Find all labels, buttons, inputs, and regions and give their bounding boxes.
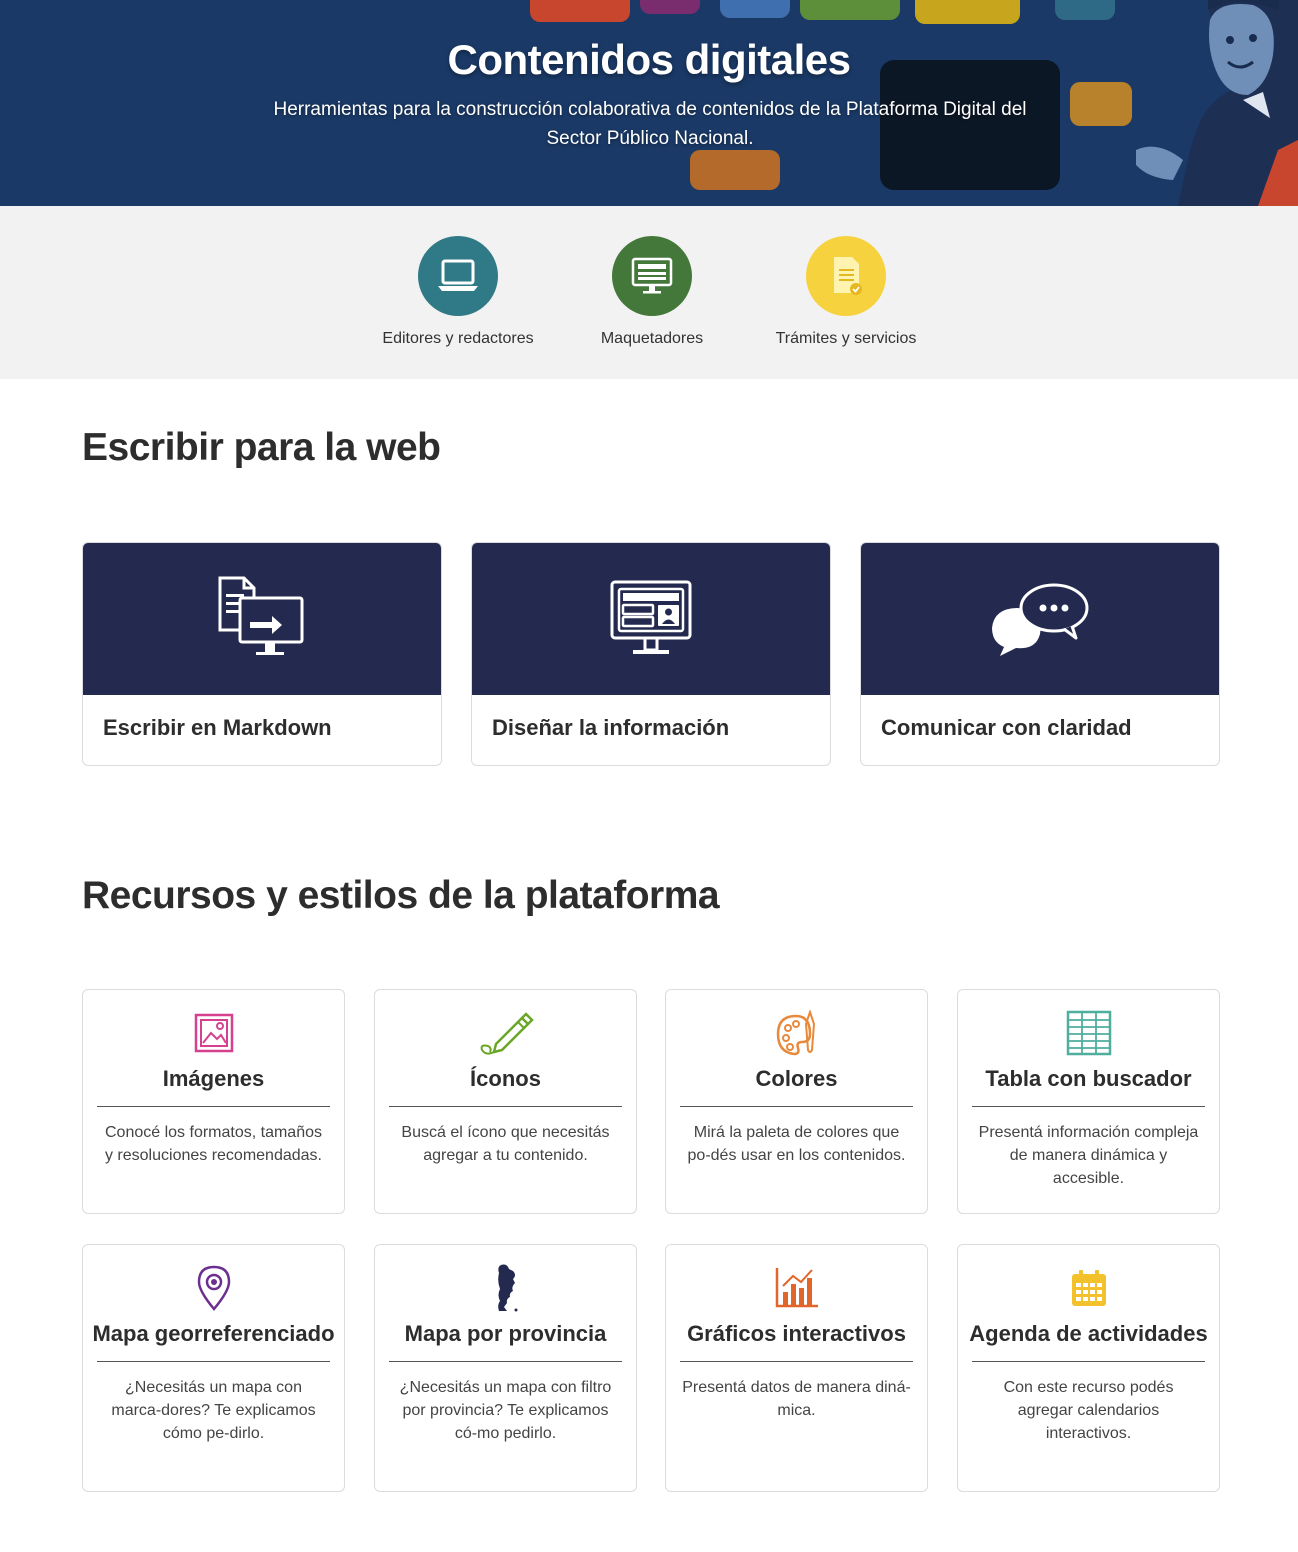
speech-bubble-decoration: [800, 0, 900, 20]
card-comunicar[interactable]: Comunicar con claridad: [860, 542, 1220, 766]
card-header: [83, 543, 441, 695]
resource-title: Colores: [755, 1066, 838, 1091]
bar-chart-icon: [666, 1265, 927, 1311]
resource-title: Mapa por provincia: [404, 1321, 607, 1346]
role-label: Editores y redactores: [382, 330, 534, 347]
section-title-resources: Recursos y estilos de la plataforma: [82, 874, 720, 917]
divider: [680, 1361, 913, 1362]
speech-bubbles-icon: [992, 583, 1089, 656]
card-header: [861, 543, 1219, 695]
card-title: Diseñar la información: [492, 715, 730, 740]
argentina-map-icon: [375, 1264, 636, 1312]
resource-card-iconos[interactable]: Íconos Buscá el ícono que necesitás agre…: [374, 989, 637, 1214]
roles-strip: Editores y redactores Maquetadores Trámi…: [0, 206, 1298, 379]
role-label: Maquetadores: [600, 330, 704, 347]
resource-description: ¿Necesitás un mapa con marca-dores? Te e…: [111, 1379, 316, 1442]
resource-title: Agenda de actividades: [969, 1321, 1208, 1346]
role-editores[interactable]: Editores y redactores: [368, 236, 548, 348]
card-disenar[interactable]: Diseñar la información: [471, 542, 831, 766]
speech-bubble-decoration: [720, 0, 790, 18]
resource-description: ¿Necesitás un mapa con filtro por provin…: [399, 1379, 612, 1442]
document-to-monitor-icon: [218, 576, 304, 655]
divider: [389, 1106, 622, 1107]
card-markdown[interactable]: Escribir en Markdown: [82, 542, 442, 766]
divider: [680, 1106, 913, 1107]
role-tramites[interactable]: Trámites y servicios: [756, 236, 936, 348]
person-illustration: [1136, 0, 1298, 206]
speech-bubble-decoration: [530, 0, 630, 22]
resource-card-graficos[interactable]: Gráficos interactivos Presentá datos de …: [665, 1244, 928, 1492]
resource-title: Tabla con buscador: [985, 1066, 1192, 1091]
resource-description: Mirá la paleta de colores que po-dés usa…: [687, 1124, 906, 1164]
divider: [97, 1361, 330, 1362]
resource-card-tabla[interactable]: Tabla con buscador Presentá información …: [957, 989, 1220, 1214]
laptop-icon: [418, 236, 498, 316]
divider: [972, 1106, 1205, 1107]
calendar-icon: [958, 1265, 1219, 1311]
page-subtitle: Herramientas para la construcción colabo…: [273, 99, 1027, 149]
resource-card-mapa-geo[interactable]: Mapa georreferenciado ¿Necesitás un mapa…: [82, 1244, 345, 1492]
resource-card-agenda[interactable]: Agenda de actividades Con este recurso p…: [957, 1244, 1220, 1492]
card-title: Comunicar con claridad: [881, 715, 1132, 740]
resource-description: Presentá información compleja de manera …: [978, 1124, 1199, 1187]
divider: [389, 1361, 622, 1362]
resource-title: Mapa georreferenciado: [92, 1321, 335, 1346]
resource-card-colores[interactable]: Colores Mirá la paleta de colores que po…: [665, 989, 928, 1214]
role-maquetadores[interactable]: Maquetadores: [562, 236, 742, 348]
speech-bubble-decoration: [690, 150, 780, 190]
resource-card-mapa-provincia[interactable]: Mapa por provincia ¿Necesitás un mapa co…: [374, 1244, 637, 1492]
palette-icon: [666, 1010, 927, 1056]
section-title-write: Escribir para la web: [82, 426, 441, 469]
resource-title: Imágenes: [162, 1066, 265, 1091]
role-label: Trámites y servicios: [775, 330, 917, 347]
monitor-layout-icon: [612, 236, 692, 316]
divider: [972, 1361, 1205, 1362]
pencil-icon: [375, 1010, 636, 1056]
divider: [97, 1106, 330, 1107]
card-header: [472, 543, 830, 695]
resource-description: Buscá el ícono que necesitás agregar a t…: [401, 1124, 610, 1164]
image-icon: [83, 1010, 344, 1056]
table-icon: [958, 1010, 1219, 1056]
resource-description: Conocé los formatos, tamaños y resolucio…: [104, 1124, 322, 1164]
hero-banner: Contenidos digitales Herramientas para l…: [0, 0, 1298, 206]
speech-bubble-decoration: [915, 0, 1020, 24]
map-pin-icon: [83, 1265, 344, 1311]
resource-title: Íconos: [470, 1066, 541, 1091]
page-title: Contenidos digitales: [447, 36, 851, 83]
card-title: Escribir en Markdown: [103, 715, 332, 740]
speech-bubble-decoration: [640, 0, 700, 14]
resource-description: Presentá datos de manera diná-mica.: [682, 1379, 911, 1419]
resource-card-imagenes[interactable]: Imágenes Conocé los formatos, tamaños y …: [82, 989, 345, 1214]
monitor-layout-icon: [610, 580, 692, 654]
document-check-icon: [806, 236, 886, 316]
resource-title: Gráficos interactivos: [687, 1321, 906, 1346]
resource-description: Con este recurso podés agregar calendari…: [1003, 1379, 1174, 1442]
